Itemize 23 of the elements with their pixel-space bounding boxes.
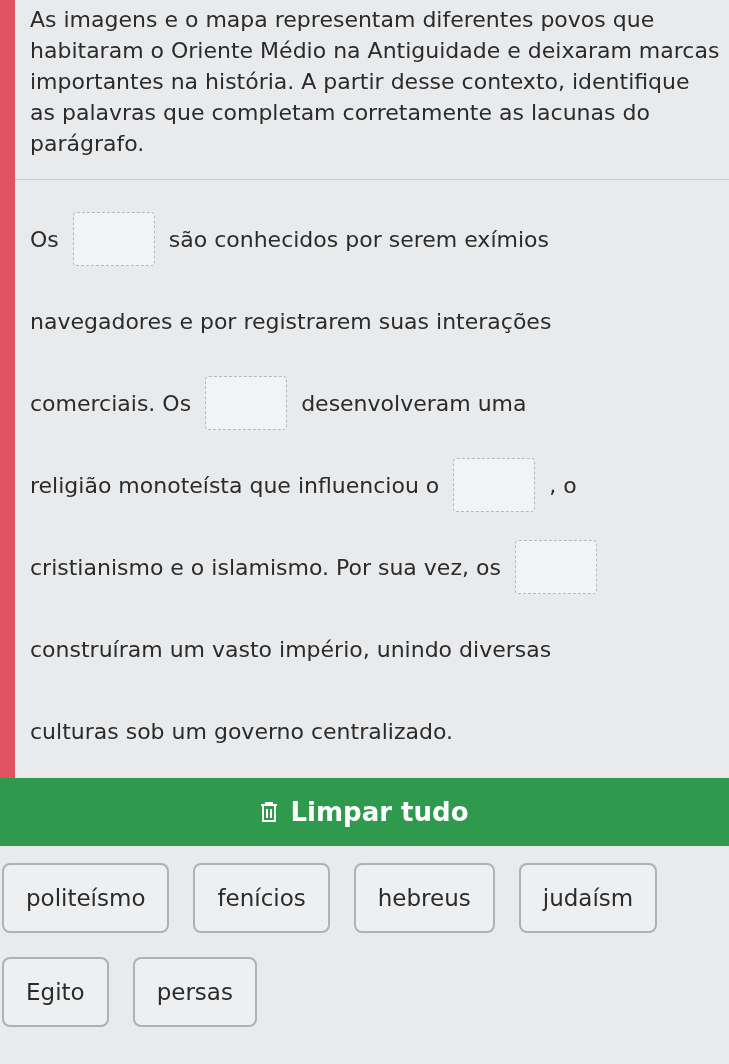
- word-chip[interactable]: hebreus: [353, 863, 495, 933]
- blank-drop-box[interactable]: [72, 212, 155, 266]
- word-chip[interactable]: persas: [132, 957, 257, 1027]
- blank-drop-box[interactable]: [514, 540, 597, 594]
- paragraph-text: culturas sob um governo centralizado.: [30, 717, 453, 746]
- trash-icon: [260, 802, 279, 822]
- question-text: As imagens e o mapa representam diferentes povos que habitaram o Oriente Médio na Antiguidade e deixaram marcas importantes na história. A partir desse contexto, identifique as palavras que completam corretamente as lacunas do parágrafo.: [15, 0, 729, 180]
- paragraph-text: desenvolveram uma: [301, 389, 527, 418]
- clear-all-button[interactable]: Limpar tudo: [0, 778, 729, 846]
- blank-drop-box[interactable]: [453, 458, 536, 512]
- paragraph-text: navegadores e por registrarem suas interações: [30, 307, 552, 336]
- word-chip[interactable]: judaísm: [518, 863, 658, 933]
- paragraph-text: Os: [30, 225, 59, 254]
- word-chip[interactable]: fenícios: [193, 863, 330, 933]
- paragraph-text: religião monoteísta que influenciou o: [30, 471, 440, 500]
- paragraph-text: são conhecidos por serem exímios: [168, 225, 549, 254]
- word-chip[interactable]: politeísmo: [2, 863, 170, 933]
- paragraph-text: , o: [549, 471, 577, 500]
- paragraph-text: comerciais. Os: [30, 389, 192, 418]
- word-chip[interactable]: Egito: [2, 957, 109, 1027]
- blank-drop-box[interactable]: [205, 376, 288, 430]
- paragraph-text: construíram um vasto império, unindo diversas: [30, 635, 552, 664]
- paragraph-text: cristianismo e o islamismo. Por sua vez, os: [30, 553, 501, 582]
